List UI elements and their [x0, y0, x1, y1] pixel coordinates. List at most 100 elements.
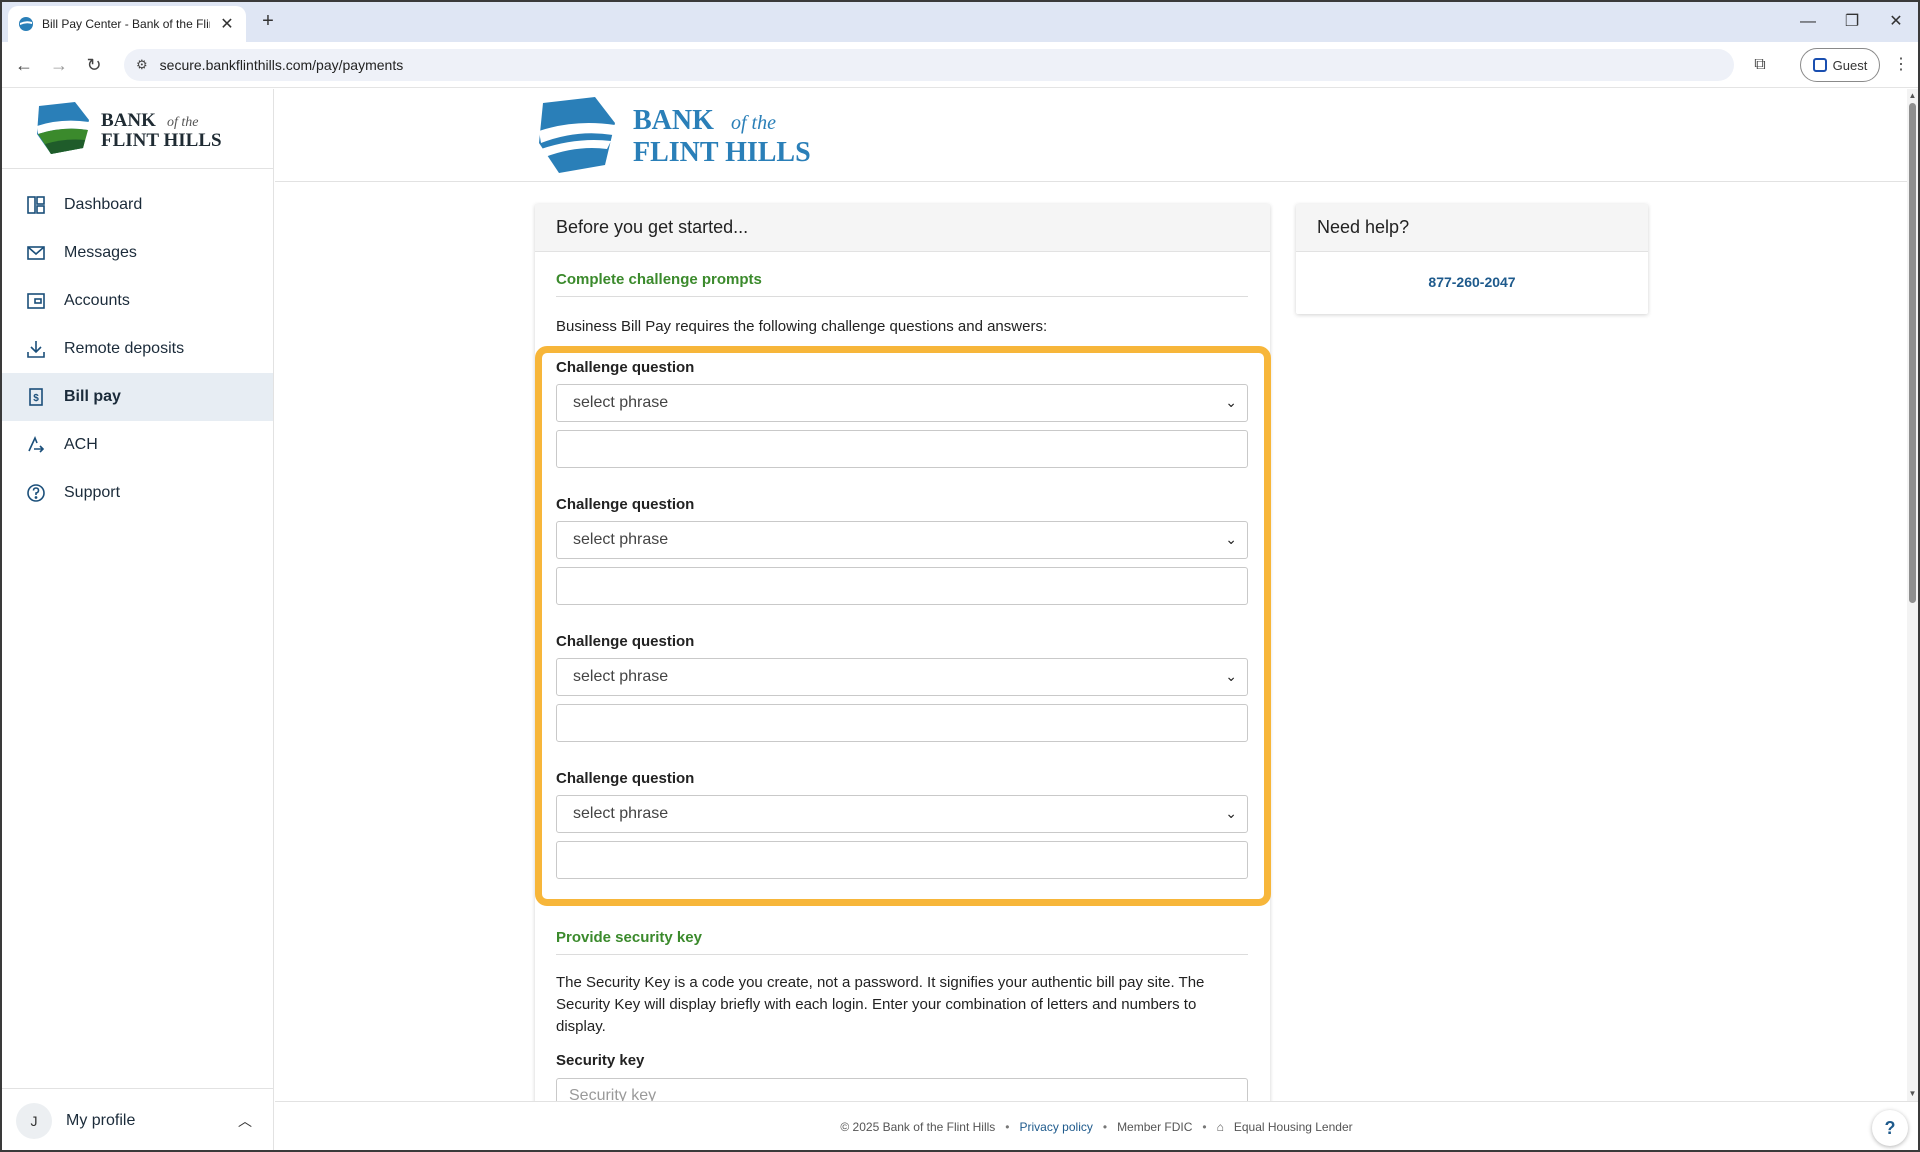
sidebar: BANK of the FLINT HILLS Dashboard Messag… [2, 89, 274, 1150]
profile-button[interactable]: Guest [1800, 48, 1880, 82]
browser-window: Bill Pay Center - Bank of the Flin ✕ + —… [0, 0, 1920, 1152]
help-phone-link[interactable]: 877-260-2047 [1296, 274, 1648, 290]
sidebar-item-messages[interactable]: Messages [2, 229, 273, 277]
menu-kebab-icon[interactable]: ⋮ [1890, 54, 1912, 76]
sidebar-item-label: Remote deposits [64, 340, 185, 357]
chevron-down-icon: ⌄ [1225, 805, 1237, 821]
challenge-question-label: Challenge question [556, 496, 695, 513]
section-divider [556, 954, 1248, 955]
reload-icon[interactable]: ↻ [82, 53, 106, 77]
challenge-answer-input[interactable] [556, 430, 1248, 468]
select-value: select phrase [573, 394, 669, 411]
challenge-intro-text: Business Bill Pay requires the following… [556, 318, 1048, 335]
security-key-label: Security key [556, 1052, 645, 1069]
profile-menu-label: My profile [66, 1111, 136, 1129]
dashboard-icon [27, 196, 45, 214]
sidebar-item-bill-pay[interactable]: $ Bill pay [2, 373, 273, 421]
hero-logo-line1-small: of the [731, 112, 776, 134]
challenge-section-title: Complete challenge prompts [556, 271, 762, 288]
envelope-icon [27, 246, 45, 260]
select-value: select phrase [573, 531, 669, 548]
sidebar-item-ach[interactable]: ACH [2, 421, 273, 469]
main-content: BANK of the FLINT HILLS Before you get s… [275, 89, 1907, 1101]
site-info-icon[interactable]: ⚙ [136, 57, 148, 73]
new-tab-icon[interactable]: + [256, 10, 280, 34]
sidebar-item-label: Bill pay [64, 388, 121, 405]
chevron-down-icon: ⌄ [1225, 668, 1237, 684]
challenge-question-label: Challenge question [556, 633, 695, 650]
sidebar-logo[interactable]: BANK of the FLINT HILLS [2, 89, 273, 169]
back-icon[interactable]: ← [12, 53, 36, 77]
challenge-answer-input[interactable] [556, 841, 1248, 879]
security-section-title: Provide security key [556, 929, 702, 946]
scroll-down-icon[interactable]: ▼ [1908, 1089, 1917, 1098]
sidebar-item-accounts[interactable]: Accounts [2, 277, 273, 325]
challenge-question-select[interactable]: select phrase ⌄ [556, 658, 1248, 696]
browser-toolbar: ← → ↻ ⚙ secure.bankflinthills.com/pay/pa… [2, 42, 1918, 88]
sidebar-item-dashboard[interactable]: Dashboard [2, 181, 273, 229]
logo-line1-small: of the [167, 115, 199, 130]
hero-banner: BANK of the FLINT HILLS [275, 89, 1907, 182]
section-divider [556, 296, 1248, 297]
forward-icon[interactable]: → [47, 53, 71, 77]
challenge-question-select[interactable]: select phrase ⌄ [556, 521, 1248, 559]
scroll-up-icon[interactable]: ▲ [1908, 91, 1917, 100]
avatar: J [16, 1102, 52, 1139]
help-circle-icon [27, 484, 45, 502]
hero-logo-line2: FLINT HILLS [633, 137, 811, 168]
challenge-question-label: Challenge question [556, 770, 695, 787]
hero-bank-logo: BANK of the FLINT HILLS [539, 97, 811, 173]
dollar-bill-icon: $ [29, 388, 43, 406]
logo-line2: FLINT HILLS [101, 130, 222, 151]
person-icon [1812, 58, 1827, 72]
url-text: secure.bankflinthills.com/pay/payments [159, 57, 404, 73]
chevron-down-icon: ⌄ [1225, 531, 1237, 547]
my-profile-menu[interactable]: J My profile ︿ [2, 1088, 274, 1150]
wallet-icon [27, 293, 45, 309]
footer-separator: • [1202, 1120, 1207, 1134]
challenge-question-label: Challenge question [556, 359, 695, 376]
help-card: Need help? 877-260-2047 [1296, 204, 1648, 314]
security-key-input[interactable]: Security key [556, 1078, 1248, 1101]
sidebar-item-remote-deposits[interactable]: Remote deposits [2, 325, 273, 373]
logo-line1: BANK [101, 110, 156, 131]
house-icon: ⌂ [1216, 1120, 1224, 1134]
sidebar-item-label: Dashboard [64, 196, 143, 213]
challenge-answer-input[interactable] [556, 704, 1248, 742]
help-fab-button[interactable]: ? [1872, 1110, 1908, 1146]
page-scrollbar[interactable]: ▲ ▼ [1907, 89, 1918, 1101]
bank-logo: BANK of the FLINT HILLS [37, 101, 222, 154]
scroll-thumb[interactable] [1909, 103, 1916, 603]
address-bar[interactable]: ⚙ secure.bankflinthills.com/pay/payments [124, 49, 1734, 81]
tab-strip: Bill Pay Center - Bank of the Flin ✕ + —… [2, 2, 1918, 42]
select-value: select phrase [573, 668, 669, 685]
profile-label: Guest [1832, 57, 1868, 73]
restore-icon[interactable]: ❐ [1834, 8, 1870, 36]
challenge-question-select[interactable]: select phrase ⌄ [556, 384, 1248, 422]
transfer-icon [28, 435, 45, 453]
chevron-down-icon: ⌄ [1225, 394, 1237, 410]
tab-close-icon[interactable]: ✕ [218, 14, 236, 34]
chevron-up-icon: ︿ [238, 1113, 252, 1129]
form-card-title: Before you get started... [535, 204, 1270, 252]
browser-tab[interactable]: Bill Pay Center - Bank of the Flin ✕ [8, 6, 246, 42]
footer-copyright: © 2025 Bank of the Flint Hills [840, 1120, 996, 1134]
footer-housing: Equal Housing Lender [1233, 1120, 1353, 1134]
page: BANK of the FLINT HILLS Dashboard Messag… [2, 89, 1918, 1150]
cast-icon[interactable]: ⧉ [1749, 54, 1771, 76]
sidebar-item-label: Messages [64, 244, 137, 261]
challenge-question-select[interactable]: select phrase ⌄ [556, 795, 1248, 833]
svg-text:$: $ [33, 393, 39, 404]
sidebar-item-label: ACH [64, 436, 98, 453]
challenge-answer-input[interactable] [556, 567, 1248, 605]
sidebar-item-support[interactable]: Support [2, 469, 273, 517]
hero-logo-line1: BANK [633, 105, 714, 136]
privacy-policy-link[interactable]: Privacy policy [1020, 1120, 1093, 1134]
footer-separator: • [1102, 1120, 1108, 1134]
minimize-icon[interactable]: — [1790, 8, 1826, 36]
tab-title: Bill Pay Center - Bank of the Flin [42, 17, 210, 31]
page-footer: © 2025 Bank of the Flint Hills • Privacy… [275, 1101, 1918, 1150]
footer-separator: • [1005, 1120, 1010, 1134]
sidebar-item-label: Accounts [64, 292, 130, 309]
window-close-icon[interactable]: ✕ [1878, 8, 1914, 36]
